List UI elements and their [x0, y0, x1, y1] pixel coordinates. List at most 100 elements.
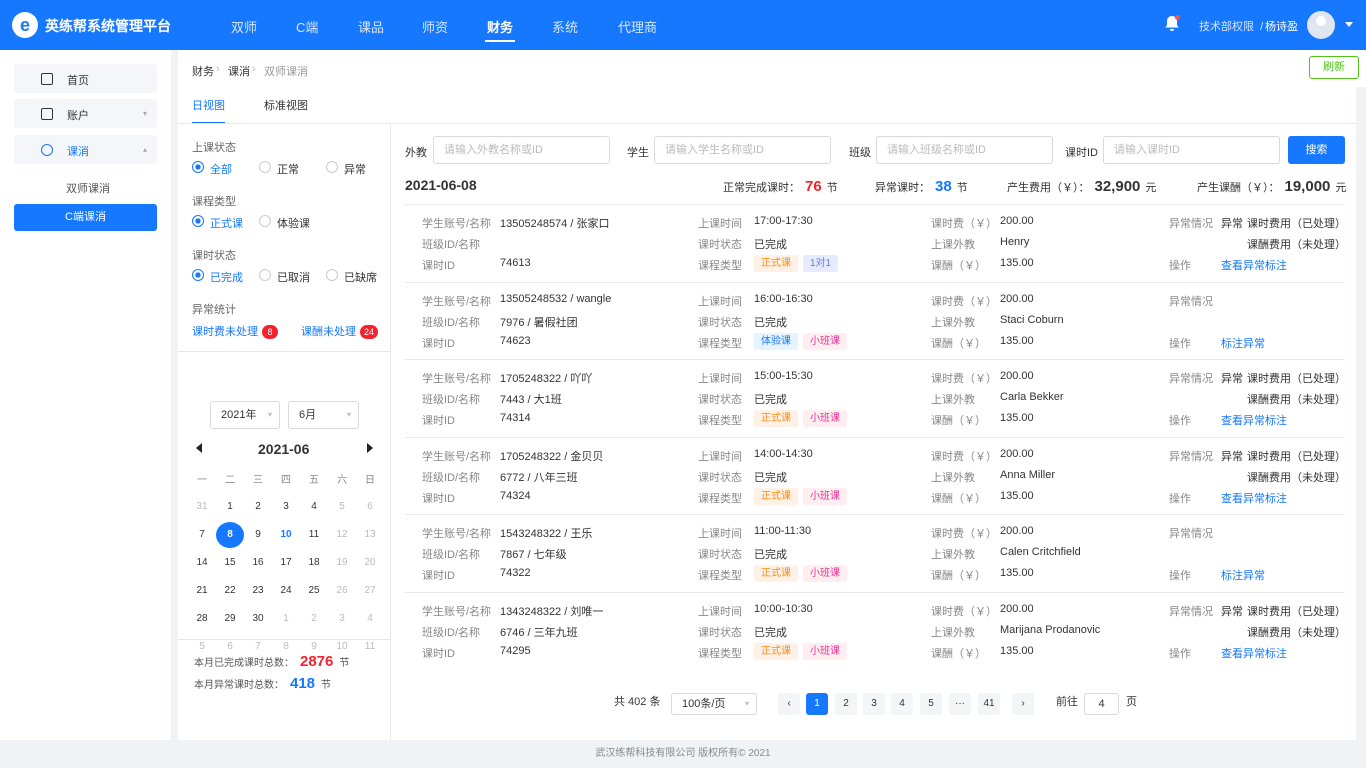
radio-all[interactable]: 全部 [192, 161, 232, 177]
sidebar-item-consumption[interactable]: 课消 ▴ [14, 135, 157, 164]
avatar[interactable] [1307, 11, 1335, 39]
year-select[interactable]: 2021年 ▾ [210, 401, 280, 429]
radio-absent[interactable]: 已缺席 [326, 269, 377, 285]
record-action-link[interactable]: 查看异常标注 [1221, 645, 1287, 661]
sidebar-item-home[interactable]: 首页 [14, 64, 157, 93]
page-ellipsis[interactable]: ··· [949, 693, 971, 715]
calendar-day[interactable]: 2 [244, 494, 272, 520]
page-button[interactable]: 5 [920, 693, 942, 715]
calendar-day[interactable]: 4 [356, 606, 384, 632]
radio-done[interactable]: 已完成 [192, 269, 243, 285]
sidebar-item-account[interactable]: 账户 ▾ [14, 99, 157, 128]
label-pay: 课酬（￥） [931, 260, 986, 272]
breadcrumb-item[interactable]: 课消 [228, 63, 250, 79]
anomaly-pay-link[interactable]: 课酬未处理 24 [301, 323, 379, 339]
teacher-search-input[interactable]: 请输入外教名称或ID [433, 136, 610, 164]
calendar-day[interactable]: 16 [244, 550, 272, 576]
calendar-day[interactable]: 7 [188, 522, 216, 548]
nav-item-3[interactable]: 课品 [358, 17, 384, 36]
class-search-input[interactable]: 请输入班级名称或ID [876, 136, 1053, 164]
page-button[interactable]: 1 [806, 693, 828, 715]
calendar-day[interactable]: 28 [188, 606, 216, 632]
radio-normal[interactable]: 正常 [259, 161, 299, 177]
record-action-link[interactable]: 查看异常标注 [1221, 257, 1287, 273]
prev-month-icon[interactable] [196, 443, 202, 453]
calendar-day[interactable]: 22 [216, 578, 244, 604]
page-size-select[interactable]: 100条/页 ▾ [671, 693, 757, 715]
next-page-icon[interactable]: › [1012, 693, 1034, 715]
radio-abnormal[interactable]: 异常 [326, 161, 366, 177]
calendar-day[interactable]: 8 [216, 522, 244, 548]
nav-item-5[interactable]: 财务 [484, 17, 516, 42]
calendar-day[interactable]: 11 [356, 634, 384, 660]
anomaly-fee-link[interactable]: 课时费未处理 8 [192, 323, 278, 339]
next-month-icon[interactable] [367, 443, 373, 453]
hour-id-search-input[interactable]: 请输入课时ID [1103, 136, 1280, 164]
radio-trial[interactable]: 体验课 [259, 215, 310, 231]
calendar-day[interactable]: 18 [300, 550, 328, 576]
sidebar-subitem-dual[interactable]: 双师课消 [66, 180, 110, 196]
record-action-link[interactable]: 查看异常标注 [1221, 490, 1287, 506]
tab-standard[interactable]: 标准视图 [264, 97, 308, 113]
nav-item-7[interactable]: 代理商 [618, 17, 657, 36]
sidebar-subitem-c[interactable]: C端课消 [14, 204, 157, 231]
user-name[interactable]: 杨诗盈 [1265, 18, 1298, 34]
calendar-day[interactable]: 29 [216, 606, 244, 632]
calendar-day[interactable]: 2 [300, 606, 328, 632]
calendar-day[interactable]: 14 [188, 550, 216, 576]
calendar-day[interactable]: 23 [244, 578, 272, 604]
value-time: 16:00-16:30 [754, 292, 813, 305]
calendar-day[interactable]: 6 [356, 494, 384, 520]
radio-formal[interactable]: 正式课 [192, 215, 243, 231]
radio-cancelled[interactable]: 已取消 [259, 269, 310, 285]
nav-item-2[interactable]: C端 [296, 17, 318, 36]
calendar-day[interactable]: 20 [356, 550, 384, 576]
calendar-day[interactable]: 19 [328, 550, 356, 576]
month-select[interactable]: 6月 ▾ [288, 401, 359, 429]
page-button[interactable]: 4 [891, 693, 913, 715]
calendar-day[interactable]: 5 [328, 494, 356, 520]
page-button[interactable]: 3 [863, 693, 885, 715]
page-button[interactable]: 41 [978, 693, 1000, 715]
calendar-day[interactable]: 13 [356, 522, 384, 548]
tab-day[interactable]: 日视图 [192, 97, 225, 124]
search-button[interactable]: 搜索 [1288, 136, 1345, 164]
chevron-down-icon[interactable] [1345, 22, 1353, 27]
nav-item-4[interactable]: 师资 [422, 17, 448, 36]
count-badge: 24 [360, 325, 379, 339]
refresh-button[interactable]: 刷新 [1309, 56, 1359, 79]
calendar-day[interactable]: 9 [244, 522, 272, 548]
record-action-link[interactable]: 标注异常 [1221, 567, 1265, 583]
calendar-day[interactable]: 3 [328, 606, 356, 632]
calendar-day[interactable]: 25 [300, 578, 328, 604]
nav-item-1[interactable]: 双师 [231, 17, 257, 36]
record-action-link[interactable]: 标注异常 [1221, 335, 1265, 351]
breadcrumb-item[interactable]: 财务 [192, 63, 214, 79]
calendar-day[interactable]: 30 [244, 606, 272, 632]
goto-page-input[interactable]: 4 [1084, 693, 1119, 715]
calendar-day[interactable]: 31 [188, 494, 216, 520]
calendar-day[interactable]: 21 [188, 578, 216, 604]
calendar-day[interactable]: 1 [216, 494, 244, 520]
calendar-day[interactable]: 12 [328, 522, 356, 548]
prev-page-icon[interactable]: ‹ [778, 693, 800, 715]
student-search-input[interactable]: 请输入学生名称或ID [654, 136, 831, 164]
calendar-day[interactable]: 24 [272, 578, 300, 604]
calendar-day[interactable]: 10 [272, 522, 300, 548]
calendar-day[interactable]: 11 [300, 522, 328, 548]
calendar-day[interactable]: 4 [300, 494, 328, 520]
calendar-day[interactable]: 3 [272, 494, 300, 520]
calendar-day[interactable]: 17 [272, 550, 300, 576]
page-button[interactable]: 2 [835, 693, 857, 715]
student-label: 学生 [627, 147, 649, 159]
record-action-link[interactable]: 查看异常标注 [1221, 412, 1287, 428]
value-status: 已完成 [754, 316, 787, 329]
calendar-day[interactable]: 26 [328, 578, 356, 604]
calendar-day[interactable]: 1 [272, 606, 300, 632]
bell-icon[interactable] [1164, 15, 1180, 32]
nav-item-6[interactable]: 系统 [552, 17, 578, 36]
calendar-day[interactable]: 15 [216, 550, 244, 576]
value-fee: 200.00 [1000, 602, 1034, 615]
value-status: 已完成 [754, 549, 787, 561]
calendar-day[interactable]: 27 [356, 578, 384, 604]
